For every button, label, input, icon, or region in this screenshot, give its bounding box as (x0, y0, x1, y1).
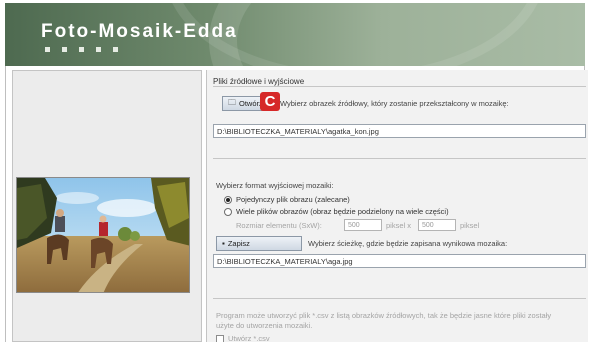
width-spinner[interactable]: 500 (344, 219, 382, 231)
section-title: Pliki źródłowe i wyjściowe (213, 77, 305, 86)
source-path-field[interactable]: D:\BIBLIOTECZKA_MATERIALY\agatka_kon.jpg (213, 124, 586, 138)
save-hint: Wybierz ścieżkę, gdzie będzie zapisana w… (308, 239, 508, 248)
divider (213, 298, 586, 299)
checkbox-icon (216, 334, 224, 342)
app-header: Foto-Mosaik-Edda (5, 3, 585, 66)
radio-single-file[interactable]: Pojedynczy plik obrazu (zalecane) (224, 195, 350, 204)
radio-selected-icon (224, 195, 232, 204)
csv-checkbox[interactable]: Utwórz *.csv (216, 334, 270, 342)
source-hint: Wybierz obrazek źródłowy, który zostanie… (280, 99, 509, 108)
info-text-line2: użyte do utworzenia mozaiki. (216, 321, 313, 330)
source-image-preview (16, 177, 190, 293)
radio-multi-file[interactable]: Wiele plików obrazów (obraz będzie podzi… (224, 207, 449, 216)
save-button[interactable]: ▪ Zapisz (216, 236, 302, 251)
info-text-line1: Program może utworzyć plik *.csv z listą… (216, 311, 552, 320)
px-label: piksel (460, 221, 480, 230)
floppy-icon: ▪ (222, 239, 225, 248)
app-title: Foto-Mosaik-Edda (41, 21, 238, 42)
divider (213, 158, 586, 159)
folder-icon: 🗀 (228, 97, 236, 107)
callout-marker: C (260, 92, 280, 111)
header-dots (45, 47, 118, 52)
save-path-field[interactable]: D:\BIBLIOTECZKA_MATERIALY\aga.jpg (213, 254, 586, 268)
radio-empty-icon (224, 207, 232, 216)
format-label: Wybierz format wyjściowej mozaiki: (216, 181, 334, 190)
x-label: piksel x (386, 221, 412, 230)
section-divider (213, 86, 586, 87)
height-spinner[interactable]: 500 (418, 219, 456, 231)
size-label: Rozmiar elementu (SxW): (236, 221, 322, 230)
save-button-label: Zapisz (227, 239, 250, 248)
